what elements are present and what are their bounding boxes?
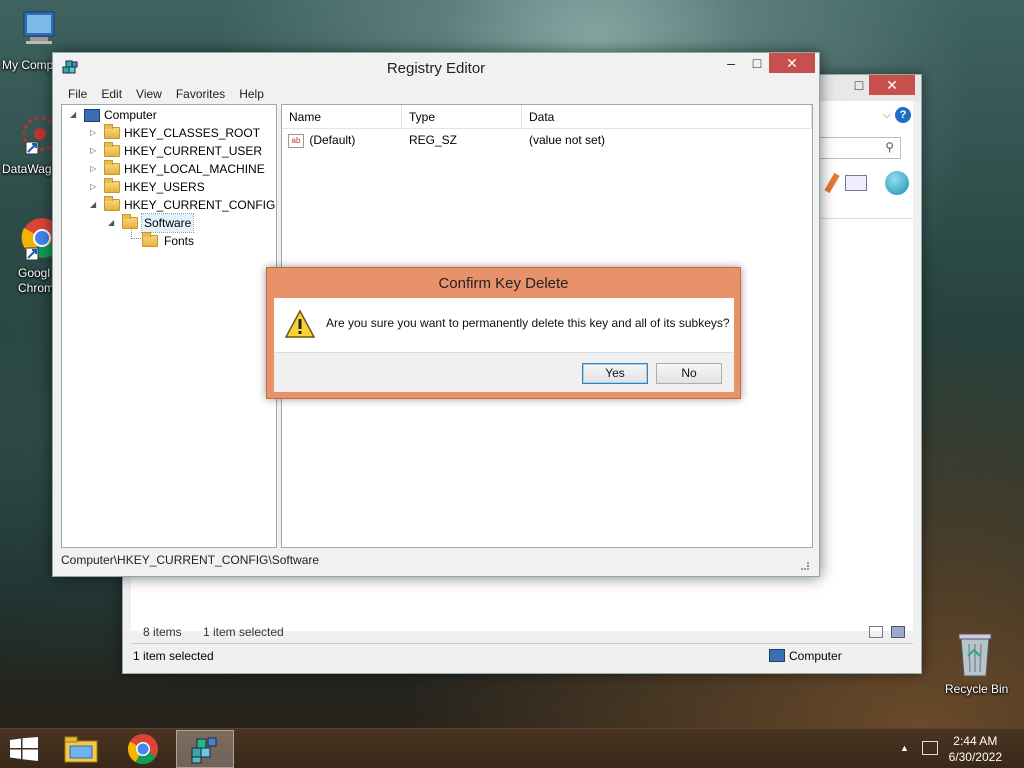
- tree-item-label: Computer: [104, 108, 157, 122]
- windows-logo-icon: [10, 737, 38, 761]
- clock-time: 2:44 AM: [953, 734, 998, 748]
- tree-item-label: Fonts: [164, 234, 195, 248]
- folder-icon: [104, 196, 120, 211]
- confirm-key-delete-dialog[interactable]: Confirm Key Delete Are you sure you want…: [266, 267, 741, 399]
- globe-icon[interactable]: [885, 171, 909, 195]
- maximize-button[interactable]: □: [743, 53, 771, 73]
- folder-icon: [104, 124, 120, 139]
- column-header-type[interactable]: Type: [402, 105, 522, 129]
- properties-icon[interactable]: [845, 175, 867, 191]
- computer-icon: [84, 108, 100, 122]
- menu-edit[interactable]: Edit: [94, 85, 129, 105]
- search-icon[interactable]: ⚲: [885, 140, 894, 154]
- chrome-icon: [127, 734, 158, 765]
- file-explorer-icon: [64, 736, 98, 763]
- taskbar: ▲ 2:44 AM 6/30/2022: [0, 728, 1024, 768]
- yes-button[interactable]: Yes: [582, 363, 648, 384]
- menu-bar: File Edit View Favorites Help: [61, 85, 271, 105]
- details-view-icon[interactable]: [869, 626, 883, 638]
- taskbar-google-chrome[interactable]: [114, 730, 172, 768]
- expanded-arrow-icon[interactable]: ◢: [108, 214, 118, 232]
- no-button[interactable]: No: [656, 363, 722, 384]
- desktop-icon-label: Recycle Bin: [945, 682, 1009, 696]
- tree-item-hkey-users[interactable]: ▷ HKEY_USERS: [90, 178, 205, 196]
- tree-item-label: Software: [140, 213, 195, 233]
- string-value-icon: ab: [288, 133, 304, 148]
- value-data: (value not set): [529, 133, 606, 147]
- tree-item-label: HKEY_CURRENT_CONFIG: [124, 198, 276, 212]
- value-type: REG_SZ: [409, 133, 458, 147]
- explorer-items-count: 8 items: [143, 625, 182, 639]
- tree-item-computer[interactable]: ◢ Computer: [70, 106, 157, 124]
- resize-grip-icon[interactable]: [801, 562, 809, 570]
- warning-icon: [284, 309, 316, 339]
- menu-help[interactable]: Help: [232, 85, 271, 105]
- column-header-data[interactable]: Data: [522, 105, 812, 129]
- dialog-title: Confirm Key Delete: [438, 275, 569, 292]
- network-icon[interactable]: [922, 741, 938, 755]
- desktop-icon-label: Googl Chrom: [18, 266, 55, 295]
- dialog-body: Are you sure you want to permanently del…: [274, 298, 734, 392]
- tree-item-label: HKEY_CURRENT_USER: [124, 144, 263, 158]
- column-headers: Name Type Data: [282, 105, 812, 129]
- desktop-icon-label: My Comp: [2, 58, 54, 72]
- regedit-titlebar[interactable]: Registry Editor – □ ✕: [53, 53, 819, 83]
- regedit-statusbar: Computer\HKEY_CURRENT_CONFIG\Software: [61, 553, 320, 567]
- edit-icon[interactable]: [824, 172, 840, 194]
- large-icons-view-icon[interactable]: [891, 626, 905, 638]
- tree-item-label: HKEY_LOCAL_MACHINE: [124, 162, 265, 176]
- desktop-icon-recycle-bin[interactable]: Recycle Bin: [937, 630, 1013, 696]
- help-icon[interactable]: ?: [895, 107, 911, 123]
- collapsed-arrow-icon[interactable]: ▷: [90, 160, 100, 178]
- expanded-arrow-icon[interactable]: ◢: [90, 196, 100, 214]
- computer-icon: [769, 649, 785, 662]
- collapsed-arrow-icon[interactable]: ▷: [90, 142, 100, 160]
- taskbar-registry-editor[interactable]: [176, 730, 234, 768]
- explorer-items-selected: 1 item selected: [203, 625, 284, 639]
- menu-favorites[interactable]: Favorites: [169, 85, 232, 105]
- chevron-down-icon[interactable]: ⌵: [883, 109, 891, 122]
- menu-view[interactable]: View: [129, 85, 169, 105]
- collapsed-arrow-icon[interactable]: ▷: [90, 124, 100, 142]
- collapsed-arrow-icon[interactable]: ▷: [90, 178, 100, 196]
- tree-item-hkey-classes-root[interactable]: ▷ HKEY_CLASSES_ROOT: [90, 124, 260, 142]
- folder-icon: [104, 142, 120, 157]
- clock-date: 6/30/2022: [948, 750, 1002, 764]
- recycle-bin-icon: [937, 630, 1013, 681]
- explorer-status-location: Computer: [789, 649, 842, 663]
- minimize-button[interactable]: –: [717, 53, 745, 73]
- desktop-icon-my-computer[interactable]: My Comp: [0, 10, 76, 72]
- column-header-name[interactable]: Name: [282, 105, 402, 129]
- tree-item-hkey-local-machine[interactable]: ▷ HKEY_LOCAL_MACHINE: [90, 160, 265, 178]
- explorer-statusbar: 1 item selected Computer: [131, 643, 913, 667]
- start-button[interactable]: [0, 729, 48, 768]
- dialog-message: Are you sure you want to permanently del…: [326, 316, 730, 330]
- show-hidden-icons-button[interactable]: ▲: [900, 743, 909, 753]
- registry-editor-icon: [191, 737, 217, 764]
- taskbar-file-explorer[interactable]: [52, 730, 110, 768]
- desktop-icon-label: DataWag: [2, 162, 52, 176]
- tree-item-label: HKEY_CLASSES_ROOT: [124, 126, 261, 140]
- regedit-title: Registry Editor: [386, 60, 486, 77]
- expanded-arrow-icon[interactable]: ◢: [70, 106, 80, 124]
- tree-item-software[interactable]: ◢ Software: [108, 213, 195, 233]
- explorer-status-selected: 1 item selected: [133, 649, 214, 663]
- menu-file[interactable]: File: [61, 85, 94, 105]
- registry-tree[interactable]: ◢ Computer ▷ HKEY_CLASSES_ROOT ▷ HKEY_CU…: [61, 104, 277, 548]
- dialog-button-area: Yes No: [274, 352, 734, 392]
- folder-icon: [142, 232, 158, 247]
- explorer-close-button[interactable]: ✕: [869, 75, 915, 95]
- tree-item-hkey-current-user[interactable]: ▷ HKEY_CURRENT_USER: [90, 142, 262, 160]
- folder-icon: [104, 178, 120, 193]
- folder-icon: [104, 160, 120, 175]
- tree-item-fonts[interactable]: Fonts: [142, 232, 194, 250]
- value-name: (Default): [309, 133, 356, 147]
- close-button[interactable]: ✕: [769, 53, 815, 73]
- computer-icon: [0, 10, 76, 53]
- tree-item-label: HKEY_USERS: [124, 180, 205, 194]
- tree-item-hkey-current-config[interactable]: ◢ HKEY_CURRENT_CONFIG: [90, 196, 275, 214]
- value-row[interactable]: ab (Default): [288, 130, 355, 150]
- taskbar-clock[interactable]: 2:44 AM 6/30/2022: [949, 733, 1002, 765]
- search-box[interactable]: ⚲: [811, 137, 901, 159]
